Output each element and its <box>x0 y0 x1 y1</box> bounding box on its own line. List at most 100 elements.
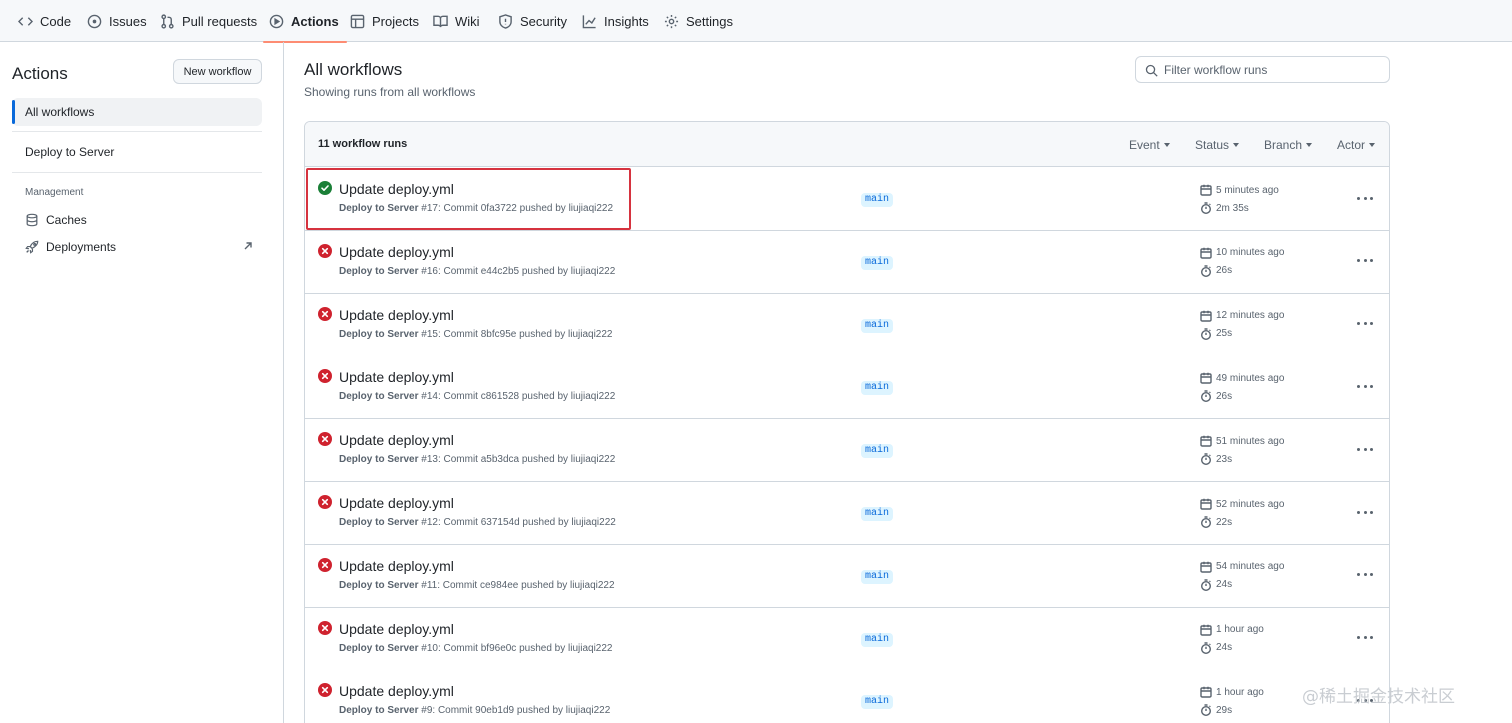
kebab-menu-icon[interactable] <box>1357 195 1373 201</box>
run-subtitle: Deploy to Server #15: Commit 8bfc95e pus… <box>339 329 613 340</box>
actions-sidebar: Actions New workflow All workflows Deplo… <box>0 42 284 723</box>
run-workflow-name: Deploy to Server <box>339 454 419 466</box>
run-time-text: 12 minutes ago <box>1216 310 1285 322</box>
kebab-menu-icon[interactable] <box>1357 321 1373 327</box>
table-row[interactable]: Update deploy.yml Deploy to Server #12: C… <box>305 482 1389 545</box>
branch-label[interactable]: main <box>861 569 894 584</box>
sidebar-item-deploy-to-server[interactable]: Deploy to Server <box>12 138 262 166</box>
run-time-text: 5 minutes ago <box>1216 184 1279 196</box>
filter-input[interactable] <box>1164 62 1389 77</box>
run-title-link[interactable]: Update deploy.yml <box>339 621 454 637</box>
tab-pull-requests[interactable]: Pull requests <box>160 0 257 42</box>
run-detail: #14: Commit c861528 pushed by liujiaqi22… <box>418 391 616 403</box>
repo-nav: Code Issues Pull requests Actions Projec… <box>0 0 1512 43</box>
table-row[interactable]: Update deploy.yml Deploy to Server #13: C… <box>305 419 1389 483</box>
run-detail: #15: Commit 8bfc95e pushed by liujiaqi22… <box>418 328 613 340</box>
run-title-link[interactable]: Update deploy.yml <box>339 683 454 699</box>
table-row[interactable]: Update deploy.yml Deploy to Server #11: C… <box>305 544 1389 608</box>
status-filter-dropdown[interactable]: Status <box>1195 138 1240 152</box>
sidebar-title: Actions <box>12 64 68 83</box>
shield-icon <box>499 13 512 29</box>
kebab-menu-icon[interactable] <box>1357 509 1373 515</box>
kebab-menu-icon[interactable] <box>1357 258 1373 264</box>
run-title-link[interactable]: Update deploy.yml <box>339 432 454 448</box>
tab-security[interactable]: Security <box>498 0 567 42</box>
run-workflow-name: Deploy to Server <box>339 642 419 654</box>
run-time: 1 hour ago <box>1200 624 1264 636</box>
tab-wiki[interactable]: Wiki <box>433 0 480 42</box>
actor-filter-dropdown[interactable]: Actor <box>1337 138 1376 152</box>
table-icon <box>350 14 365 28</box>
run-title-link[interactable]: Update deploy.yml <box>339 244 454 260</box>
branch-label[interactable]: main <box>861 255 894 270</box>
table-row[interactable]: Update deploy.yml Deploy to Server #16: C… <box>305 230 1389 294</box>
sidebar-link-deployments[interactable]: Deployments <box>25 237 116 257</box>
branch-label[interactable]: main <box>861 695 894 710</box>
table-row[interactable]: Update deploy.yml Deploy to Server #14: C… <box>305 356 1389 420</box>
caret-down-icon <box>1163 143 1170 147</box>
new-workflow-button[interactable]: New workflow <box>173 59 262 84</box>
sidebar-item-label: Deploy to Server <box>25 145 115 159</box>
run-time: 51 minutes ago <box>1200 435 1284 447</box>
tab-label: Settings <box>686 13 733 29</box>
calendar-icon <box>1200 310 1212 322</box>
stopwatch-icon <box>1201 641 1211 654</box>
branch-label[interactable]: main <box>861 381 894 396</box>
dropdown-label: Event <box>1129 138 1160 152</box>
run-duration-text: 24s <box>1216 642 1233 654</box>
tab-actions[interactable]: Actions <box>263 0 347 43</box>
run-time-text: 10 minutes ago <box>1216 247 1285 259</box>
watermark: @稀土掘金技术社区 <box>1302 687 1455 707</box>
kebab-menu-icon[interactable] <box>1357 383 1373 389</box>
stopwatch-icon <box>1201 265 1211 277</box>
run-duration-text: 2m 35s <box>1216 202 1249 214</box>
tab-label: Wiki <box>455 13 480 29</box>
calendar-icon <box>1200 373 1212 385</box>
table-row[interactable]: Update deploy.yml Deploy to Server #15: C… <box>305 293 1389 357</box>
table-row[interactable]: Update deploy.yml Deploy to Server #9: Co… <box>305 670 1389 723</box>
run-duration-text: 22s <box>1216 516 1233 528</box>
workflow-runs-list: 11 workflow runs Event Status Branch Act… <box>304 121 1390 723</box>
run-title-link[interactable]: Update deploy.yml <box>339 181 454 197</box>
pull-request-icon <box>161 13 174 29</box>
run-title-link[interactable]: Update deploy.yml <box>339 558 454 574</box>
dropdown-label: Branch <box>1264 138 1303 152</box>
stopwatch-icon <box>1201 390 1211 403</box>
stopwatch-icon <box>1201 579 1211 591</box>
run-title-link[interactable]: Update deploy.yml <box>339 495 454 511</box>
kebab-menu-icon[interactable] <box>1357 572 1373 578</box>
branch-label[interactable]: main <box>861 444 894 459</box>
run-workflow-name: Deploy to Server <box>339 265 419 277</box>
sidebar-item-label: All workflows <box>25 105 95 119</box>
branch-filter-dropdown[interactable]: Branch <box>1264 138 1313 152</box>
sidebar-link-caches[interactable]: Caches <box>25 210 87 230</box>
run-title-link[interactable]: Update deploy.yml <box>339 307 454 323</box>
run-time-text: 54 minutes ago <box>1216 561 1285 573</box>
code-icon <box>18 16 33 26</box>
stopwatch-icon <box>1201 704 1211 717</box>
table-row[interactable]: Update deploy.yml Deploy to Server #10: C… <box>305 607 1389 671</box>
tab-code[interactable]: Code <box>18 0 71 42</box>
event-filter-dropdown[interactable]: Event <box>1129 138 1170 152</box>
branch-label[interactable]: main <box>861 507 894 521</box>
run-subtitle: Deploy to Server #9: Commit 90eb1d9 push… <box>339 705 610 716</box>
issue-icon <box>87 14 102 28</box>
play-icon <box>269 14 284 28</box>
kebab-menu-icon[interactable] <box>1357 635 1373 641</box>
branch-label[interactable]: main <box>861 318 894 333</box>
tab-label: Security <box>520 13 567 29</box>
tab-insights[interactable]: Insights <box>582 0 649 42</box>
tab-settings[interactable]: Settings <box>664 0 733 42</box>
sidebar-item-all-workflows[interactable]: All workflows <box>12 98 262 126</box>
run-subtitle: Deploy to Server #17: Commit 0fa3722 pus… <box>339 203 613 214</box>
tab-projects[interactable]: Projects <box>350 0 419 42</box>
branch-label[interactable]: main <box>861 193 894 207</box>
kebab-menu-icon[interactable] <box>1357 446 1373 452</box>
run-duration-text: 26s <box>1216 390 1233 402</box>
tab-issues[interactable]: Issues <box>87 0 147 42</box>
run-title-link[interactable]: Update deploy.yml <box>339 369 454 385</box>
branch-label[interactable]: main <box>861 632 894 647</box>
table-row[interactable]: Update deploy.yml Deploy to Server #17: C… <box>305 168 1389 231</box>
run-duration: 24s <box>1200 641 1233 654</box>
page-title: All workflows <box>304 60 403 79</box>
